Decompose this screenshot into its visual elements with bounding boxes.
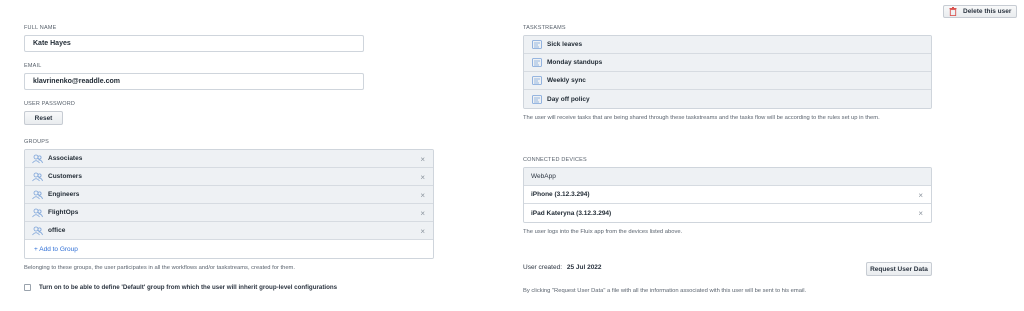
full-name-field[interactable]: Kate Hayes — [24, 35, 364, 52]
group-row[interactable]: Associates × — [25, 150, 433, 168]
connected-devices-label: CONNECTED DEVICES — [523, 157, 587, 163]
taskstream-row[interactable]: Monday standups — [524, 54, 931, 72]
group-name: Associates — [48, 155, 83, 162]
group-row[interactable]: FlightOps × — [25, 204, 433, 222]
group-icon — [32, 171, 43, 182]
taskstream-icon — [531, 57, 542, 68]
user-created: User created: 25 Jul 2022 — [523, 264, 602, 271]
group-icon — [32, 189, 43, 200]
remove-group-icon[interactable]: × — [420, 186, 425, 204]
taskstreams-list: Sick leaves Monday standups Weekly sync … — [523, 35, 932, 109]
taskstream-name: Weekly sync — [547, 77, 586, 84]
group-name: Customers — [48, 173, 82, 180]
device-header: WebApp — [531, 173, 556, 180]
user-created-date: 25 Jul 2022 — [566, 264, 602, 271]
taskstream-icon — [531, 39, 542, 50]
taskstream-icon — [531, 94, 542, 105]
taskstream-name: Sick leaves — [547, 41, 583, 48]
password-label: USER PASSWORD — [24, 101, 76, 107]
remove-group-icon[interactable]: × — [420, 150, 425, 168]
taskstreams-help-text: The user will receive tasks that are bei… — [523, 115, 880, 121]
connected-devices-list: WebApp iPhone (3.12.3.294) × iPad Katery… — [523, 167, 932, 223]
remove-group-icon[interactable]: × — [420, 168, 425, 186]
taskstream-row[interactable]: Sick leaves — [524, 36, 931, 54]
groups-help-text: Belonging to these groups, the user part… — [24, 265, 295, 271]
group-row[interactable]: Engineers × — [25, 186, 433, 204]
remove-device-icon[interactable]: × — [918, 186, 923, 204]
taskstream-row[interactable]: Day off policy — [524, 90, 931, 108]
group-icon — [32, 225, 43, 236]
device-header-row: WebApp — [524, 168, 931, 186]
full-name-label: FULL NAME — [24, 25, 57, 31]
group-name: office — [48, 227, 66, 234]
remove-group-icon[interactable]: × — [420, 204, 425, 222]
taskstream-icon — [531, 75, 542, 86]
default-group-checkbox[interactable] — [24, 284, 31, 291]
taskstream-name: Monday standups — [547, 59, 603, 66]
group-row[interactable]: Customers × — [25, 168, 433, 186]
reset-password-button[interactable]: Reset — [24, 111, 63, 125]
group-icon — [32, 207, 43, 218]
request-user-data-button[interactable]: Request User Data — [866, 262, 932, 276]
groups-list: Associates × Customers × Engineers × Fli… — [24, 149, 434, 259]
taskstream-row[interactable]: Weekly sync — [524, 72, 931, 90]
add-to-group-link[interactable]: + Add to Group — [32, 246, 78, 253]
delete-user-button[interactable]: Delete this user — [943, 5, 1017, 18]
taskstream-name: Day off policy — [547, 95, 590, 103]
request-data-help-text: By clicking "Request User Data" a file w… — [523, 288, 807, 294]
device-name: iPad Kateryna (3.12.3.294) — [531, 209, 612, 217]
default-group-toggle[interactable]: Turn on to be able to define 'Default' g… — [24, 284, 337, 291]
device-row[interactable]: iPad Kateryna (3.12.3.294) × — [524, 204, 931, 222]
email-label: EMAIL — [24, 63, 42, 69]
device-name: iPhone (3.12.3.294) — [531, 191, 590, 198]
group-row[interactable]: office × — [25, 222, 433, 240]
default-group-label: Turn on to be able to define 'Default' g… — [39, 284, 338, 291]
group-name: FlightOps — [48, 209, 79, 216]
remove-device-icon[interactable]: × — [918, 204, 923, 222]
device-row[interactable]: iPhone (3.12.3.294) × — [524, 186, 931, 204]
remove-group-icon[interactable]: × — [420, 222, 425, 240]
add-to-group-row[interactable]: + Add to Group — [25, 240, 433, 258]
trash-icon — [949, 7, 957, 17]
taskstreams-label: TASKSTREAMS — [523, 25, 566, 31]
user-created-label: User created: — [523, 264, 563, 271]
group-name: Engineers — [48, 191, 80, 198]
email-field[interactable]: klavrinenko@readdle.com — [24, 73, 364, 90]
delete-user-label: Delete this user — [963, 8, 1012, 15]
devices-help-text: The user logs into the Fluix app from th… — [523, 229, 683, 235]
groups-label: GROUPS — [24, 139, 50, 145]
group-icon — [32, 153, 43, 164]
